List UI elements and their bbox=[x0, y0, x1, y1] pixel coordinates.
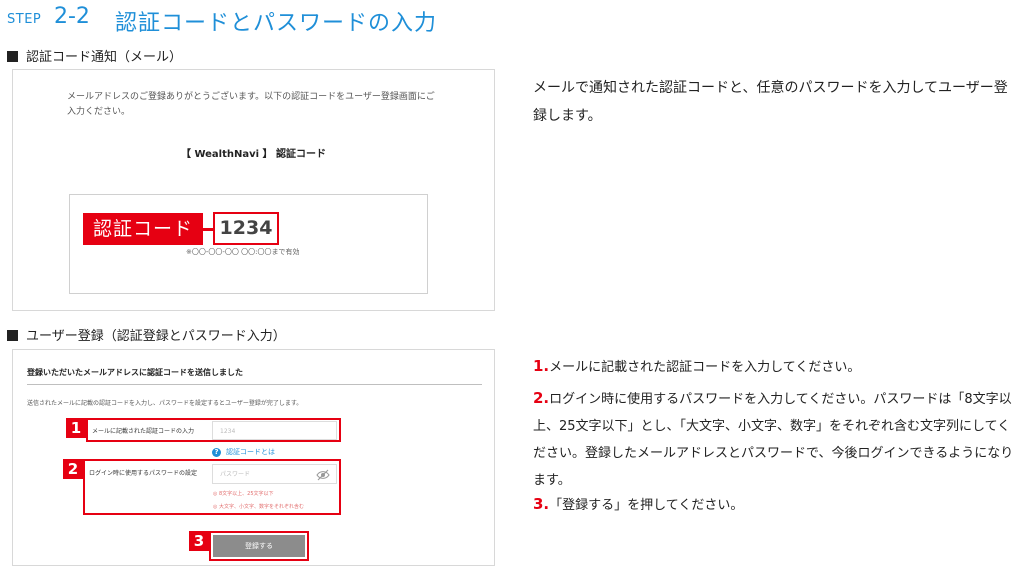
step-badge-2: 2 bbox=[63, 459, 83, 479]
instruction-text: 「登録する」を押してください。 bbox=[549, 498, 744, 513]
instruction-number: 3. bbox=[533, 495, 550, 513]
mail-brand-line: 【 WealthNavi 】 認証コード bbox=[180, 149, 327, 160]
section-register-header: ユーザー登録（認証登録とパスワード入力） bbox=[7, 325, 286, 344]
section-email-header: 認証コード通知（メール） bbox=[7, 46, 182, 65]
instruction-item-2: 2.ログイン時に使用するパスワードを入力してください。パスワードは「8文字以上、… bbox=[533, 385, 1019, 494]
step-badge-3: 3 bbox=[189, 531, 209, 551]
password-field-label: ログイン時に使用するパスワードの設定 bbox=[89, 470, 198, 477]
form-title: 登録いただいたメールアドレスに認証コードを送信しました bbox=[27, 368, 243, 377]
password-hint-length-text: 8文字以上、25文字以下 bbox=[218, 491, 274, 497]
form-description: 送信されたメールに記載の認証コードを入力し、パスワードを設定するとユーザー登録が… bbox=[27, 400, 303, 407]
instruction-text: メールに記載された認証コードを入力してください。 bbox=[549, 360, 861, 375]
help-link-label: 認証コードとは bbox=[226, 448, 275, 456]
instruction-text: ログイン時に使用するパスワードを入力してください。パスワードは「8文字以上、25… bbox=[533, 392, 1014, 488]
code-field-label: メールに記載された認証コードの入力 bbox=[92, 428, 195, 435]
password-hint-length: ◎ 8文字以上、25文字以下 bbox=[213, 490, 274, 497]
instruction-item-1: 1.メールに記載された認証コードを入力してください。 bbox=[533, 353, 1019, 381]
code-value: 1234 bbox=[213, 212, 279, 245]
code-valid-text: ※〇〇-〇〇-〇〇 〇〇:〇〇まで有効 bbox=[186, 248, 300, 256]
question-icon: ? bbox=[212, 448, 221, 457]
form-divider bbox=[27, 384, 482, 385]
section-email-title: 認証コード通知（メール） bbox=[26, 50, 183, 65]
eye-icon[interactable] bbox=[316, 468, 330, 482]
help-link[interactable]: ? 認証コードとは bbox=[212, 447, 275, 457]
code-tag-label: 認証コード bbox=[83, 213, 203, 245]
password-hint-chars-text: 大文字、小文字、数字をそれぞれ含む bbox=[218, 504, 304, 510]
password-hint-chars: ◎ 大文字、小文字、数字をそれぞれ含む bbox=[213, 503, 304, 510]
step-number: 2-2 bbox=[54, 4, 90, 29]
code-input[interactable]: 1234 bbox=[212, 421, 337, 440]
section-register-title: ユーザー登録（認証登録とパスワード入力） bbox=[26, 329, 286, 344]
page-title: 認証コードとパスワードの入力 bbox=[115, 11, 438, 36]
instruction-number: 1. bbox=[533, 357, 550, 375]
intro-paragraph: メールで通知された認証コードと、任意のパスワードを入力してユーザー登録します。 bbox=[533, 80, 1008, 124]
mail-body-text: メールアドレスのご登録ありがとうございます。以下の認証コードをユーザー登録画面に… bbox=[67, 92, 435, 117]
step-label: STEP bbox=[7, 12, 42, 27]
instruction-number: 2. bbox=[533, 389, 550, 407]
square-bullet-icon bbox=[7, 330, 18, 341]
step-badge-1: 1 bbox=[66, 418, 86, 438]
register-button[interactable]: 登録する bbox=[213, 535, 305, 557]
instruction-item-3: 3.「登録する」を押してください。 bbox=[533, 491, 1019, 519]
square-bullet-icon bbox=[7, 51, 18, 62]
